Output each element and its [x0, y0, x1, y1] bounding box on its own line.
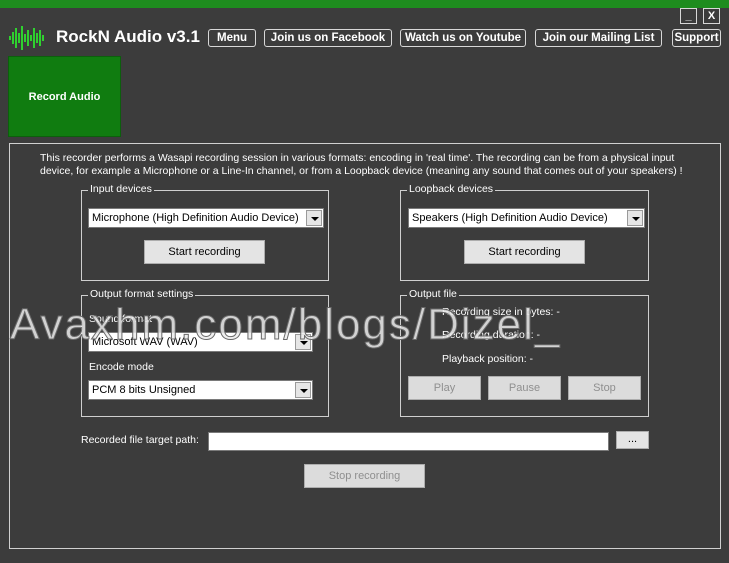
input-devices-group: Input devices	[81, 183, 329, 281]
output-format-title: Output format settings	[88, 288, 196, 300]
stop-recording-button[interactable]: Stop recording	[304, 464, 425, 488]
loopback-device-select[interactable]: Speakers (High Definition Audio Device)	[408, 208, 645, 228]
browse-button[interactable]: ...	[616, 431, 649, 449]
watermark-text: Avaxhm.com/blogs/Dizel_	[9, 300, 562, 350]
record-audio-tile[interactable]: Record Audio	[8, 56, 121, 137]
input-devices-title: Input devices	[88, 183, 154, 195]
app-title: RockN Audio v3.1	[56, 27, 200, 46]
facebook-button[interactable]: Join us on Facebook	[264, 29, 392, 47]
loopback-devices-group: Loopback devices	[400, 183, 649, 281]
close-button[interactable]: X	[703, 8, 720, 24]
support-button[interactable]: Support	[672, 29, 721, 47]
play-button[interactable]: Play	[408, 376, 481, 400]
loopback-device-value: Speakers (High Definition Audio Device)	[412, 212, 608, 224]
title-bar-accent	[0, 0, 729, 8]
loopback-devices-title: Loopback devices	[407, 183, 496, 195]
waveform-logo-icon	[9, 26, 44, 50]
intro-text: This recorder performs a Wasapi recordin…	[40, 152, 683, 177]
input-device-select[interactable]: Microphone (High Definition Audio Device…	[88, 208, 324, 228]
encode-mode-label: Encode mode	[89, 361, 154, 373]
target-path-input[interactable]	[208, 432, 609, 451]
record-audio-label: Record Audio	[28, 90, 101, 103]
encode-mode-select[interactable]: PCM 8 bits Unsigned	[88, 380, 313, 400]
mailing-list-button[interactable]: Join our Mailing List	[535, 29, 662, 47]
dropdown-arrow-icon	[295, 382, 311, 398]
dropdown-arrow-icon	[627, 210, 643, 226]
input-device-value: Microphone (High Definition Audio Device…	[92, 212, 299, 224]
encode-mode-value: PCM 8 bits Unsigned	[92, 384, 196, 396]
target-path-label: Recorded file target path:	[81, 434, 199, 446]
pause-button[interactable]: Pause	[488, 376, 561, 400]
input-start-recording-button[interactable]: Start recording	[144, 240, 265, 264]
playback-position-text: Playback position: -	[442, 353, 534, 365]
dropdown-arrow-icon	[306, 210, 322, 226]
menu-button[interactable]: Menu	[208, 29, 256, 47]
loopback-start-recording-button[interactable]: Start recording	[464, 240, 585, 264]
output-file-title: Output file	[407, 288, 459, 300]
youtube-button[interactable]: Watch us on Youtube	[400, 29, 526, 47]
stop-button[interactable]: Stop	[568, 376, 641, 400]
minimize-button[interactable]: _	[680, 8, 697, 24]
